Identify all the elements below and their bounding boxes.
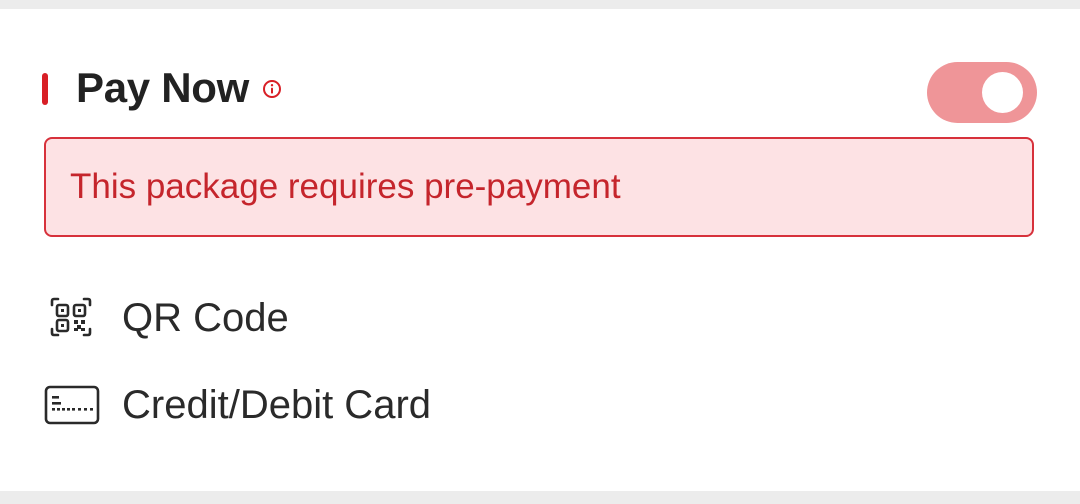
section-accent-bar	[42, 73, 48, 105]
prepayment-alert: This package requires pre-payment	[44, 137, 1034, 237]
payment-method-label: QR Code	[122, 296, 289, 340]
pay-now-header: Pay Now	[0, 54, 1080, 123]
pay-now-section: Pay Now This package requires pre-paymen…	[0, 9, 1080, 491]
qr-code-icon	[50, 297, 92, 337]
payment-method-qr-code[interactable]: QR Code	[0, 283, 1080, 353]
credit-card-icon	[44, 385, 100, 425]
toggle-knob	[982, 72, 1023, 113]
section-title: Pay Now	[76, 64, 249, 111]
payment-method-label: Credit/Debit Card	[122, 383, 432, 427]
payment-method-credit-debit-card[interactable]: Credit/Debit Card	[0, 370, 1080, 440]
info-icon[interactable]	[262, 79, 282, 99]
alert-message: This package requires pre-payment	[70, 167, 621, 206]
pay-now-toggle[interactable]	[927, 62, 1037, 123]
